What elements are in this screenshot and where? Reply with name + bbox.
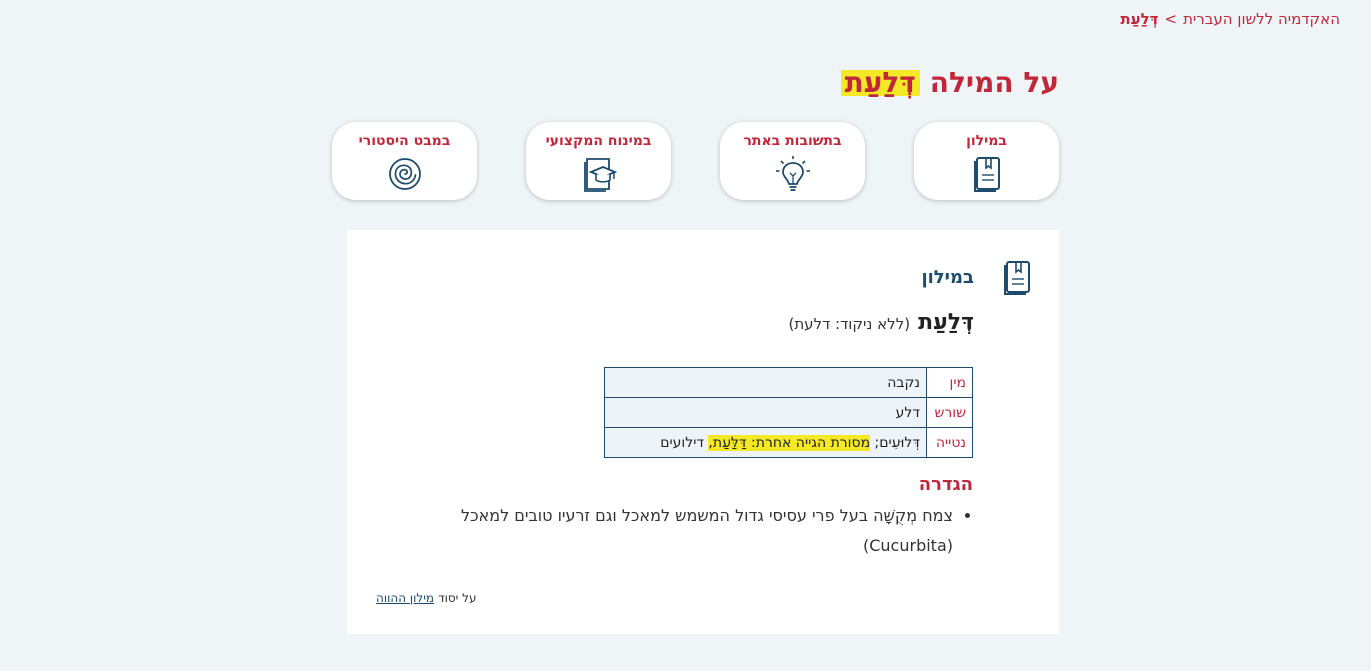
table-key-root: שורש <box>926 397 973 428</box>
table-key-inflection: נטייה <box>926 427 973 458</box>
spiral-icon <box>388 158 421 190</box>
table-value-gender: נקבה <box>604 367 927 398</box>
table-row: נטייה דְּלוּעִים; מסורת הגייה אחרת: דַּל… <box>604 427 973 458</box>
dictionary-book-icon <box>1004 261 1030 295</box>
nav-card-label: במילון <box>966 133 1007 149</box>
inflection-alt-pronunciation: מסורת הגייה אחרת: דַּלַּעַת, <box>708 434 871 451</box>
page-title: על המילה דְּלַעַת <box>840 66 1059 99</box>
page: האקדמיה ללשון העברית > דְּלַעַת על המילה… <box>0 0 1371 671</box>
table-key-gender: מין <box>926 367 973 398</box>
nav-card-dictionary[interactable]: במילון <box>914 122 1059 200</box>
definition-title: הגדרה <box>918 474 973 495</box>
breadcrumb-current: דְּלַעַת <box>1120 10 1159 28</box>
nav-card-terminology[interactable]: במינוח המקצועי <box>526 122 671 200</box>
breadcrumb-separator: > <box>1164 10 1178 28</box>
table-value-inflection: דְּלוּעִים; מסורת הגייה אחרת: דַּלַּעַת,… <box>604 427 927 458</box>
nav-card-historical[interactable]: במבט היסטורי <box>332 122 477 200</box>
dictionary-panel: במילון דְּלַעַת (ללא ניקוד: דלעת) מין נק… <box>347 230 1059 634</box>
nav-card-label: במבט היסטורי <box>358 133 451 149</box>
inflection-alt-plural: דילועים <box>660 434 704 451</box>
lightbulb-icon <box>775 156 810 191</box>
inflection-plural: דְּלוּעִים; <box>874 434 920 451</box>
nav-card-label: במינוח המקצועי <box>545 133 652 149</box>
page-title-prefix: על המילה <box>929 66 1059 99</box>
entry-headword: דְּלַעַת (ללא ניקוד: דלעת) <box>788 310 974 335</box>
graduation-cap-icon <box>583 158 617 192</box>
source-note: על יסוד מילון ההווה <box>376 591 477 605</box>
breadcrumb-home-link[interactable]: האקדמיה ללשון העברית <box>1183 10 1340 28</box>
page-title-word: דְּלַעַת <box>840 68 920 96</box>
nav-card-answers[interactable]: בתשובות באתר <box>720 122 865 200</box>
table-row: שורש דלע <box>604 397 973 428</box>
source-link[interactable]: מילון ההווה <box>376 591 434 605</box>
definition-list: צמח מְקֻשָּׁה בעל פרי עסיסי גדול המשמש ל… <box>433 501 973 561</box>
grammar-table: מין נקבה שורש דלע נטייה דְּלוּעִים; מסור… <box>604 367 973 458</box>
section-title: במילון <box>921 267 974 288</box>
breadcrumb: האקדמיה ללשון העברית > דְּלַעַת <box>1120 10 1340 28</box>
entry-word: דְּלַעַת <box>918 310 974 335</box>
entry-unpointed: (ללא ניקוד: דלעת) <box>788 315 911 333</box>
nav-card-label: בתשובות באתר <box>743 133 842 149</box>
source-prefix: על יסוד <box>438 591 477 605</box>
table-row: מין נקבה <box>604 367 973 398</box>
dictionary-book-icon <box>973 157 1000 192</box>
table-value-root: דלע <box>604 397 927 428</box>
list-item: צמח מְקֻשָּׁה בעל פרי עסיסי גדול המשמש ל… <box>433 501 953 561</box>
